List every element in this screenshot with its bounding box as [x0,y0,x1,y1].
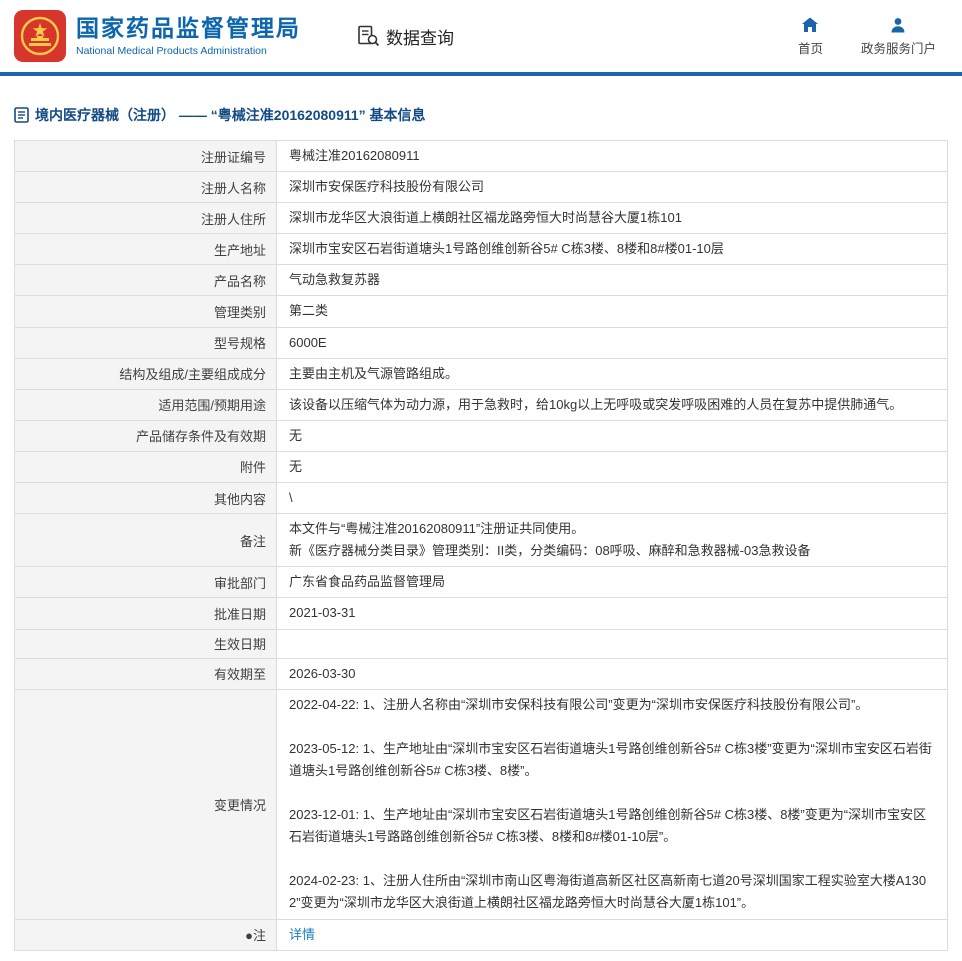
row-value: 2026-03-30 [276,657,948,690]
row-value: \ [276,482,948,515]
user-icon [889,16,907,34]
table-row: ●注 详情 [14,918,948,951]
nav-home[interactable]: 首页 [798,16,823,57]
page-title-text: 境内医疗器械（注册） —— “粤械注准20162080911” 基本信息 [35,107,426,123]
table-row: 有效期至 2026-03-30 [14,657,948,690]
row-value: 该设备以压缩气体为动力源，用于急救时，给10kg以上无呼吸或突发呼吸困难的人员在… [276,388,948,421]
table-row: 结构及组成/主要组成成分 主要由主机及气源管路组成。 [14,357,948,390]
nav-portal[interactable]: 政务服务门户 [861,16,936,57]
org-names: 国家药品监督管理局 National Medical Products Admi… [76,15,301,57]
document-icon [14,107,29,123]
table-row: 变更情况 2022-04-22: 1、注册人名称由“深圳市安保科技有限公司”变更… [14,688,948,920]
table-row: 注册人住所 深圳市龙华区大浪街道上横朗社区福龙路旁恒大时尚慧谷大厦1栋101 [14,202,948,235]
detail-link[interactable]: 详情 [289,927,315,942]
table-row: 生产地址 深圳市宝安区石岩街道塘头1号路创维创新谷5# C栋3楼、8楼和8#楼0… [14,233,948,266]
table-row: 审批部门 广东省食品药品监督管理局 [14,566,948,599]
row-label: 生产地址 [14,233,277,266]
header-right: 首页 政务服务门户 [798,16,936,57]
row-value: 深圳市安保医疗科技股份有限公司 [276,171,948,204]
row-label: 注册人名称 [14,171,277,204]
table-row: 生效日期 [14,628,948,659]
main-content: 境内医疗器械（注册） —— “粤械注准20162080911” 基本信息 注册证… [0,105,962,961]
row-value: 无 [276,419,948,452]
page-title: 境内医疗器械（注册） —— “粤械注准20162080911” 基本信息 [14,105,948,125]
row-label: 结构及组成/主要组成成分 [14,357,277,390]
row-value: 2021-03-31 [276,597,948,630]
row-label: 型号规格 [14,326,277,359]
row-label: 注册证编号 [14,139,277,173]
row-label: 有效期至 [14,657,277,690]
row-label: 审批部门 [14,566,277,599]
row-value: 深圳市宝安区石岩街道塘头1号路创维创新谷5# C栋3楼、8楼和8#楼01-10层 [276,233,948,266]
row-label: 适用范围/预期用途 [14,388,277,421]
row-value [276,628,948,659]
row-value: 本文件与“粤械注准20162080911”注册证共同使用。 新《医疗器械分类目录… [276,513,948,568]
row-value: 6000E [276,326,948,359]
row-value: 详情 [276,918,948,951]
row-label: 备注 [14,513,277,568]
nav-home-label: 首页 [797,41,823,56]
data-query-label: 数据查询 [386,28,454,48]
row-label: 批准日期 [14,597,277,630]
row-value: 气动急救复苏器 [276,264,948,297]
nav-data-query[interactable]: 数据查询 [356,24,454,49]
table-row: 其他内容 \ [14,482,948,515]
row-label: ●注 [14,918,277,951]
row-label: 其他内容 [14,482,277,515]
row-value: 主要由主机及气源管路组成。 [276,357,948,390]
row-label: 产品名称 [14,264,277,297]
table-row: 产品名称 气动急救复苏器 [14,264,948,297]
row-label: 生效日期 [14,628,277,659]
row-value: 第二类 [276,295,948,328]
table-row: 型号规格 6000E [14,326,948,359]
row-label: 变更情况 [14,688,277,920]
row-value: 2022-04-22: 1、注册人名称由“深圳市安保科技有限公司”变更为“深圳市… [276,688,948,920]
row-value: 无 [276,450,948,484]
table-row: 注册证编号 粤械注准20162080911 [14,139,948,173]
table-row: 管理类别 第二类 [14,295,948,328]
data-query-icon [356,24,380,48]
row-label: 管理类别 [14,295,277,328]
table-row: 备注 本文件与“粤械注准20162080911”注册证共同使用。 新《医疗器械分… [14,513,948,568]
info-table-body: 注册证编号 粤械注准20162080911 注册人名称 深圳市安保医疗科技股份有… [14,139,948,951]
row-value: 深圳市龙华区大浪街道上横朗社区福龙路旁恒大时尚慧谷大厦1栋101 [276,202,948,235]
row-label: 产品储存条件及有效期 [14,419,277,452]
header-left: 国家药品监督管理局 National Medical Products Admi… [14,10,454,62]
row-label: 附件 [14,450,277,484]
nav-portal-label: 政务服务门户 [860,41,936,56]
info-table: 注册证编号 粤械注准20162080911 注册人名称 深圳市安保医疗科技股份有… [14,139,948,951]
row-value: 粤械注准20162080911 [276,139,948,173]
row-value: 广东省食品药品监督管理局 [276,566,948,599]
table-row: 批准日期 2021-03-31 [14,597,948,630]
table-row: 注册人名称 深圳市安保医疗科技股份有限公司 [14,171,948,204]
site-header: 国家药品监督管理局 National Medical Products Admi… [0,0,962,72]
org-name: 国家药品监督管理局 [76,15,301,42]
header-divider [0,72,962,76]
nmpa-logo-icon [14,10,66,62]
org-name-en: National Medical Products Administration [76,44,267,57]
table-row: 产品储存条件及有效期 无 [14,419,948,452]
table-row: 适用范围/预期用途 该设备以压缩气体为动力源，用于急救时，给10kg以上无呼吸或… [14,388,948,421]
row-label: 注册人住所 [14,202,277,235]
table-row: 附件 无 [14,450,948,484]
home-icon [801,16,819,34]
